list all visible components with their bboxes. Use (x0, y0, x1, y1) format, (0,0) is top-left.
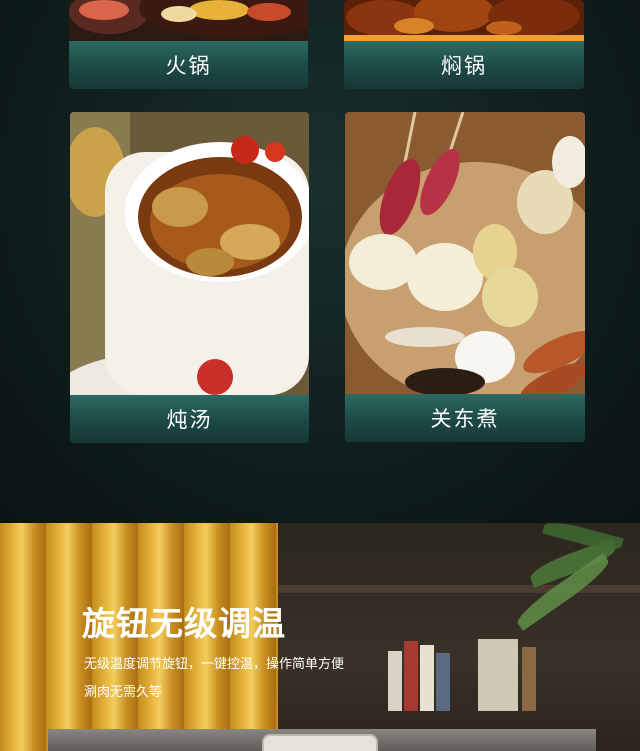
category-label-soup: 炖汤 (70, 395, 309, 443)
hotpot-device-top (262, 734, 378, 751)
oden-photo (345, 112, 585, 394)
feature-description-line2: 涮肉无需久等 (84, 685, 163, 700)
category-card-soup[interactable]: 炖汤 (70, 112, 309, 443)
category-label-braised: 焖锅 (344, 41, 584, 89)
hotpot-photo (69, 0, 308, 41)
feature-description-line1: 无级温度调节旋钮，一键控温，操作简单方便 (84, 657, 345, 672)
bookshelf-background (278, 523, 640, 751)
stew-soup-photo (70, 112, 309, 395)
category-card-hotpot[interactable]: 火锅 (69, 0, 308, 89)
braised-pot-photo (344, 0, 584, 41)
food-categories-section: 火锅 焖锅 炖汤 关东煮 (0, 0, 640, 523)
category-label-hotpot: 火锅 (69, 41, 308, 89)
feature-title: 旋钮无级调温 (82, 604, 286, 643)
category-card-oden[interactable]: 关东煮 (345, 112, 585, 443)
category-label-oden: 关东煮 (345, 394, 585, 442)
category-card-braised[interactable]: 焖锅 (344, 0, 584, 89)
